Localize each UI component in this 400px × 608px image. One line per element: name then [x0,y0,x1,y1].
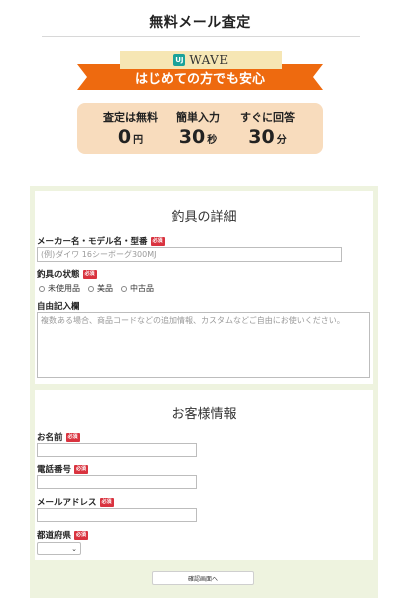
stats-panel: 査定は無料 0円 簡単入力 30 秒 すぐに回答 30 分 [77,103,323,154]
logo-text: WAVE [189,53,229,67]
name-input[interactable] [37,443,197,457]
radio-unused[interactable]: 未使用品 [39,283,80,294]
stat-unit: 分 [276,135,287,146]
stat-label: すぐに回答 [240,111,295,124]
stat-value: 30 [178,126,206,148]
radio-used[interactable]: 中古品 [121,283,154,294]
name-label: お名前 必須 [37,432,80,443]
required-badge: 必須 [150,236,165,246]
required-badge: 必須 [65,432,80,442]
stat-quick-reply: すぐに回答 30 分 [240,109,295,148]
condition-label: 釣具の状態 必須 [37,269,97,280]
stat-unit: 秒 [207,135,218,146]
notes-textarea[interactable] [37,312,370,378]
radio-good[interactable]: 美品 [88,283,113,294]
section-title: 釣具の詳細 [171,210,237,225]
chevron-down-icon: ⌄ [71,545,77,553]
phone-label: 電話番号 必須 [37,464,89,475]
stat-value: 30 [248,126,275,148]
email-label: メールアドレス 必須 [37,497,114,508]
required-badge: 必須 [74,530,89,540]
phone-input[interactable] [37,475,197,489]
maker-model-input[interactable] [37,247,342,262]
required-badge: 必須 [99,497,114,507]
section-title: お客様情報 [171,407,237,422]
stat-unit: 円 [133,135,144,146]
stat-free: 査定は無料 0円 [103,109,158,148]
appraisal-form: 釣具の詳細 メーカー名・モデル名・型番必須 釣具の状態必須 未使用品 美品 中古… [30,186,378,598]
notes-label: 自由記入欄 [37,302,80,312]
required-badge: 必須 [82,269,97,279]
email-input[interactable] [37,508,197,522]
radio-circle-icon [39,285,45,292]
title-divider [42,36,360,37]
stat-label: 査定は無料 [103,111,158,124]
required-badge: 必須 [74,464,89,474]
tagline-text: はじめての方でも安心 [134,72,265,87]
radio-circle-icon [121,285,127,292]
brand-logo: UJ WAVE [120,51,282,69]
logo-mark-icon: UJ [173,54,186,66]
maker-label: メーカー名・モデル名・型番 必須 [37,236,165,247]
condition-radio-group: 未使用品 美品 中古品 [39,283,154,294]
page-title: 無料メール査定 [149,15,251,31]
confirm-button[interactable]: 確認画面へ [152,571,254,585]
prefecture-select[interactable]: ⌄ [37,542,81,555]
radio-circle-icon [88,285,94,292]
tackle-details-section: 釣具の詳細 メーカー名・モデル名・型番必須 釣具の状態必須 未使用品 美品 中古… [35,191,373,384]
stat-easy-input: 簡単入力 30 秒 [176,109,220,148]
stat-label: 簡単入力 [176,111,220,124]
stat-value: 0 [117,126,132,148]
prefecture-label: 都道府県 必須 [37,530,89,541]
